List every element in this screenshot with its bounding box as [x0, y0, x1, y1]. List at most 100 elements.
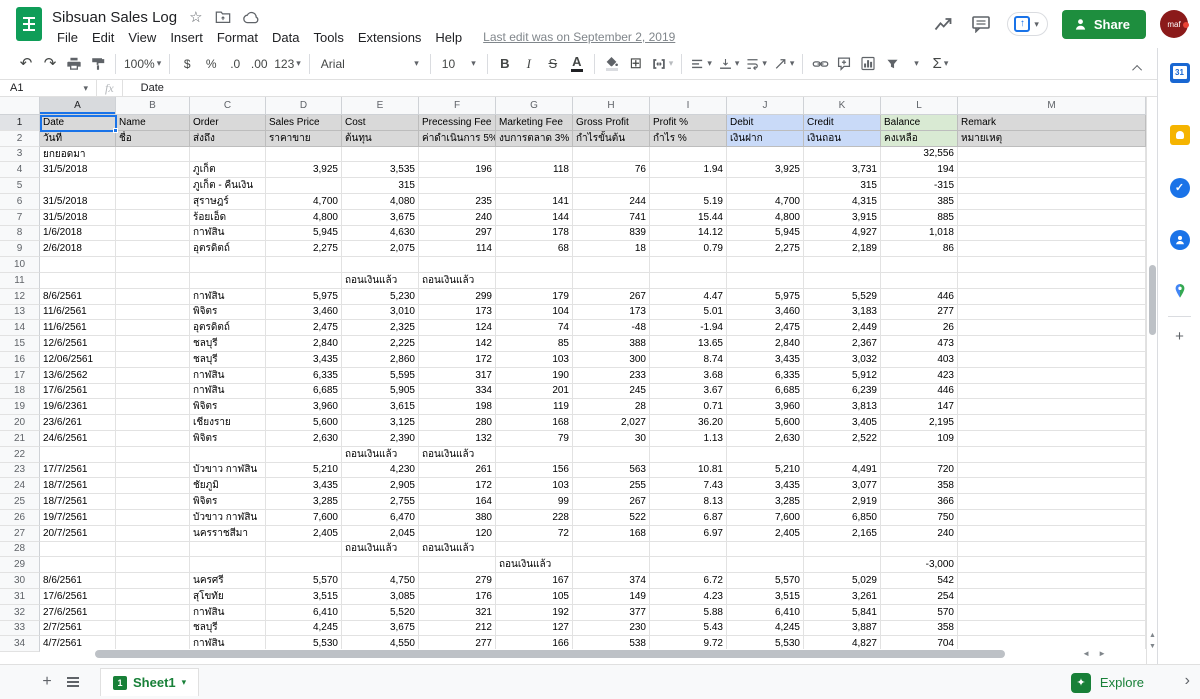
cell-E1[interactable]: Cost — [342, 115, 419, 131]
cell-D29[interactable] — [266, 557, 342, 573]
cell-L32[interactable]: 570 — [881, 605, 958, 621]
column-header-H[interactable]: H — [573, 97, 650, 115]
cell-D2[interactable]: ราคาขาย — [266, 131, 342, 147]
cell-E25[interactable]: 2,755 — [342, 494, 419, 510]
cell-F18[interactable]: 334 — [419, 384, 496, 400]
cell-F25[interactable]: 164 — [419, 494, 496, 510]
cell-K33[interactable]: 3,887 — [804, 621, 881, 637]
cell-M11[interactable] — [958, 273, 1146, 289]
row-header-17[interactable]: 17 — [0, 368, 40, 384]
cell-K30[interactable]: 5,029 — [804, 573, 881, 589]
cell-M21[interactable] — [958, 431, 1146, 447]
cell-B27[interactable] — [116, 526, 190, 542]
cell-F14[interactable]: 124 — [419, 320, 496, 336]
cell-E20[interactable]: 3,125 — [342, 415, 419, 431]
cell-B23[interactable] — [116, 463, 190, 479]
cell-I23[interactable]: 10.81 — [650, 463, 727, 479]
cell-C6[interactable]: สุราษฎร์ — [190, 194, 266, 210]
insert-link-button[interactable] — [808, 52, 832, 76]
cell-E8[interactable]: 4,630 — [342, 226, 419, 242]
cell-B5[interactable] — [116, 178, 190, 194]
scroll-up-icon[interactable]: ▲ — [1149, 632, 1156, 639]
cell-D33[interactable]: 4,245 — [266, 621, 342, 637]
cell-M3[interactable] — [958, 147, 1146, 163]
cell-E3[interactable] — [342, 147, 419, 163]
all-sheets-button[interactable] — [60, 677, 86, 687]
row-header-32[interactable]: 32 — [0, 605, 40, 621]
cell-A25[interactable]: 18/7/2561 — [40, 494, 116, 510]
cell-A27[interactable]: 20/7/2561 — [40, 526, 116, 542]
cell-H23[interactable]: 563 — [573, 463, 650, 479]
cell-K13[interactable]: 3,183 — [804, 305, 881, 321]
cell-L23[interactable]: 720 — [881, 463, 958, 479]
cell-G32[interactable]: 192 — [496, 605, 573, 621]
cell-I1[interactable]: Profit % — [650, 115, 727, 131]
cell-C33[interactable]: ชลบุรี — [190, 621, 266, 637]
cell-I17[interactable]: 3.68 — [650, 368, 727, 384]
cell-A16[interactable]: 12/06/2561 — [40, 352, 116, 368]
cell-L16[interactable]: 403 — [881, 352, 958, 368]
cell-E18[interactable]: 5,905 — [342, 384, 419, 400]
column-header-I[interactable]: I — [650, 97, 727, 115]
cell-L31[interactable]: 254 — [881, 589, 958, 605]
cell-D26[interactable]: 7,600 — [266, 510, 342, 526]
cell-L8[interactable]: 1,018 — [881, 226, 958, 242]
row-header-22[interactable]: 22 — [0, 447, 40, 463]
cell-I11[interactable] — [650, 273, 727, 289]
cell-J7[interactable]: 4,800 — [727, 210, 804, 226]
cell-C13[interactable]: พิจิตร — [190, 305, 266, 321]
cell-C3[interactable] — [190, 147, 266, 163]
cell-H26[interactable]: 522 — [573, 510, 650, 526]
explore-button[interactable]: ✦ Explore — [1061, 665, 1154, 699]
cell-E13[interactable]: 3,010 — [342, 305, 419, 321]
menu-item-view[interactable]: View — [121, 29, 163, 46]
cell-B17[interactable] — [116, 368, 190, 384]
row-header-20[interactable]: 20 — [0, 415, 40, 431]
cell-G4[interactable]: 118 — [496, 162, 573, 178]
cell-E30[interactable]: 4,750 — [342, 573, 419, 589]
cell-H4[interactable]: 76 — [573, 162, 650, 178]
cell-G25[interactable]: 99 — [496, 494, 573, 510]
cell-F5[interactable] — [419, 178, 496, 194]
paint-format-button[interactable] — [86, 52, 110, 76]
cell-M25[interactable] — [958, 494, 1146, 510]
cell-M24[interactable] — [958, 478, 1146, 494]
cell-B20[interactable] — [116, 415, 190, 431]
cell-A21[interactable]: 24/6/2561 — [40, 431, 116, 447]
cell-M28[interactable] — [958, 542, 1146, 558]
cell-K22[interactable] — [804, 447, 881, 463]
cell-G16[interactable]: 103 — [496, 352, 573, 368]
cell-G20[interactable]: 168 — [496, 415, 573, 431]
cell-E27[interactable]: 2,045 — [342, 526, 419, 542]
cell-A20[interactable]: 23/6/261 — [40, 415, 116, 431]
cell-K6[interactable]: 4,315 — [804, 194, 881, 210]
cell-H12[interactable]: 267 — [573, 289, 650, 305]
cell-A14[interactable]: 11/6/2561 — [40, 320, 116, 336]
cell-B2[interactable]: ชื่อ — [116, 131, 190, 147]
cell-C1[interactable]: Order — [190, 115, 266, 131]
cell-K10[interactable] — [804, 257, 881, 273]
row-header-2[interactable]: 2 — [0, 131, 40, 147]
cell-E7[interactable]: 3,675 — [342, 210, 419, 226]
cell-J33[interactable]: 4,245 — [727, 621, 804, 637]
cell-C11[interactable] — [190, 273, 266, 289]
cell-J26[interactable]: 7,600 — [727, 510, 804, 526]
cell-J23[interactable]: 5,210 — [727, 463, 804, 479]
cell-B32[interactable] — [116, 605, 190, 621]
cell-G26[interactable]: 228 — [496, 510, 573, 526]
cell-A8[interactable]: 1/6/2018 — [40, 226, 116, 242]
google-contacts-icon[interactable] — [1169, 229, 1190, 250]
cell-F23[interactable]: 261 — [419, 463, 496, 479]
share-button[interactable]: Share — [1062, 10, 1146, 39]
cell-E11[interactable]: ถอนเงินแล้ว — [342, 273, 419, 289]
cell-H15[interactable]: 388 — [573, 336, 650, 352]
cell-G30[interactable]: 167 — [496, 573, 573, 589]
cell-M6[interactable] — [958, 194, 1146, 210]
cell-G7[interactable]: 144 — [496, 210, 573, 226]
cell-I8[interactable]: 14.12 — [650, 226, 727, 242]
cell-I15[interactable]: 13.65 — [650, 336, 727, 352]
cell-L28[interactable] — [881, 542, 958, 558]
cell-K8[interactable]: 4,927 — [804, 226, 881, 242]
strikethrough-button[interactable]: S — [541, 52, 565, 76]
cell-F8[interactable]: 297 — [419, 226, 496, 242]
